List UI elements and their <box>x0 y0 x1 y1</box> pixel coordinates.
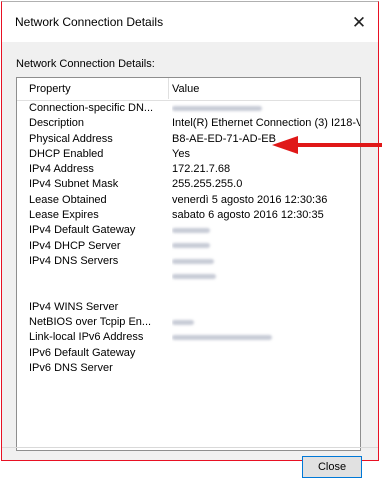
table-row[interactable]: Link-local IPv6 Address <box>17 330 360 345</box>
column-header-value[interactable]: Value <box>172 83 199 95</box>
details-list[interactable]: Property Value Connection-specific DN...… <box>16 77 361 451</box>
network-details-window: Network Connection Details ✕ Network Con… <box>1 1 379 478</box>
value-cell <box>172 330 360 345</box>
value-cell <box>172 223 360 238</box>
list-header: Property Value <box>17 78 360 101</box>
column-header-property[interactable]: Property <box>29 83 71 95</box>
value-cell <box>172 254 360 269</box>
close-button[interactable]: Close <box>302 456 362 478</box>
property-cell: IPv4 DNS Servers <box>29 254 119 267</box>
dialog-body: Network Connection Details: Property Val… <box>2 42 378 478</box>
column-divider[interactable] <box>168 78 169 99</box>
property-cell: Lease Obtained <box>29 193 107 206</box>
property-cell: Link-local IPv6 Address <box>29 331 144 344</box>
property-cell: Physical Address <box>29 132 113 145</box>
value-cell: 172.21.7.68 <box>172 163 231 176</box>
table-row[interactable]: IPv6 DNS Server <box>17 361 360 376</box>
table-row[interactable]: Description Intel(R) Ethernet Connection … <box>17 116 360 131</box>
divider <box>2 447 378 448</box>
close-icon[interactable]: ✕ <box>344 8 374 38</box>
table-row[interactable]: IPv4 DHCP Server <box>17 239 360 254</box>
table-row[interactable]: IPv4 DNS Servers <box>17 254 360 269</box>
redacted-value <box>172 335 272 341</box>
value-cell <box>172 239 360 254</box>
property-cell: IPv4 DHCP Server <box>29 239 121 252</box>
title-bar: Network Connection Details ✕ <box>2 2 378 42</box>
redacted-value <box>172 227 210 233</box>
table-row[interactable]: IPv4 Address 172.21.7.68 <box>17 162 360 177</box>
value-cell <box>172 315 360 330</box>
property-cell: IPv4 Default Gateway <box>29 224 136 237</box>
table-row[interactable]: IPv6 Default Gateway <box>17 346 360 361</box>
table-row[interactable]: Lease Obtained venerdì 5 agosto 2016 12:3… <box>17 193 360 208</box>
redacted-value <box>172 105 262 111</box>
table-row[interactable]: Connection-specific DN... <box>17 101 360 116</box>
value-cell: venerdì 5 agosto 2016 12:30:36 <box>172 193 328 206</box>
property-cell: IPv4 WINS Server <box>29 300 119 313</box>
redacted-value <box>172 319 194 325</box>
value-cell: 255.255.255.0 <box>172 178 243 191</box>
value-cell <box>172 269 360 284</box>
property-cell: IPv4 Address <box>29 163 94 176</box>
group-label: Network Connection Details: <box>16 58 155 70</box>
redacted-value <box>172 243 210 249</box>
property-cell: DHCP Enabled <box>29 147 104 160</box>
property-cell: IPv6 DNS Server <box>29 362 113 375</box>
redacted-value <box>172 273 216 279</box>
property-cell: Description <box>29 117 85 130</box>
value-cell <box>172 101 360 116</box>
redacted-value <box>172 258 214 264</box>
value-cell: Intel(R) Ethernet Connection (3) I218-V <box>172 117 360 130</box>
property-cell: NetBIOS over Tcpip En... <box>29 316 152 329</box>
property-cell: Lease Expires <box>29 209 99 222</box>
table-row[interactable] <box>17 285 360 300</box>
window-title: Network Connection Details <box>15 15 164 29</box>
property-cell: Connection-specific DN... <box>29 102 154 114</box>
table-row[interactable]: NetBIOS over Tcpip En... <box>17 315 360 330</box>
value-cell: sabato 6 agosto 2016 12:30:35 <box>172 209 324 222</box>
red-arrow-annotation <box>272 136 382 154</box>
property-cell: IPv4 Subnet Mask <box>29 178 119 191</box>
table-row[interactable]: IPv4 Default Gateway <box>17 223 360 238</box>
table-row[interactable]: IPv4 WINS Server <box>17 300 360 315</box>
property-cell: IPv6 Default Gateway <box>29 346 136 359</box>
table-row[interactable] <box>17 269 360 284</box>
table-row[interactable]: IPv4 Subnet Mask 255.255.255.0 <box>17 177 360 192</box>
table-row[interactable]: Lease Expires sabato 6 agosto 2016 12:30:… <box>17 208 360 223</box>
